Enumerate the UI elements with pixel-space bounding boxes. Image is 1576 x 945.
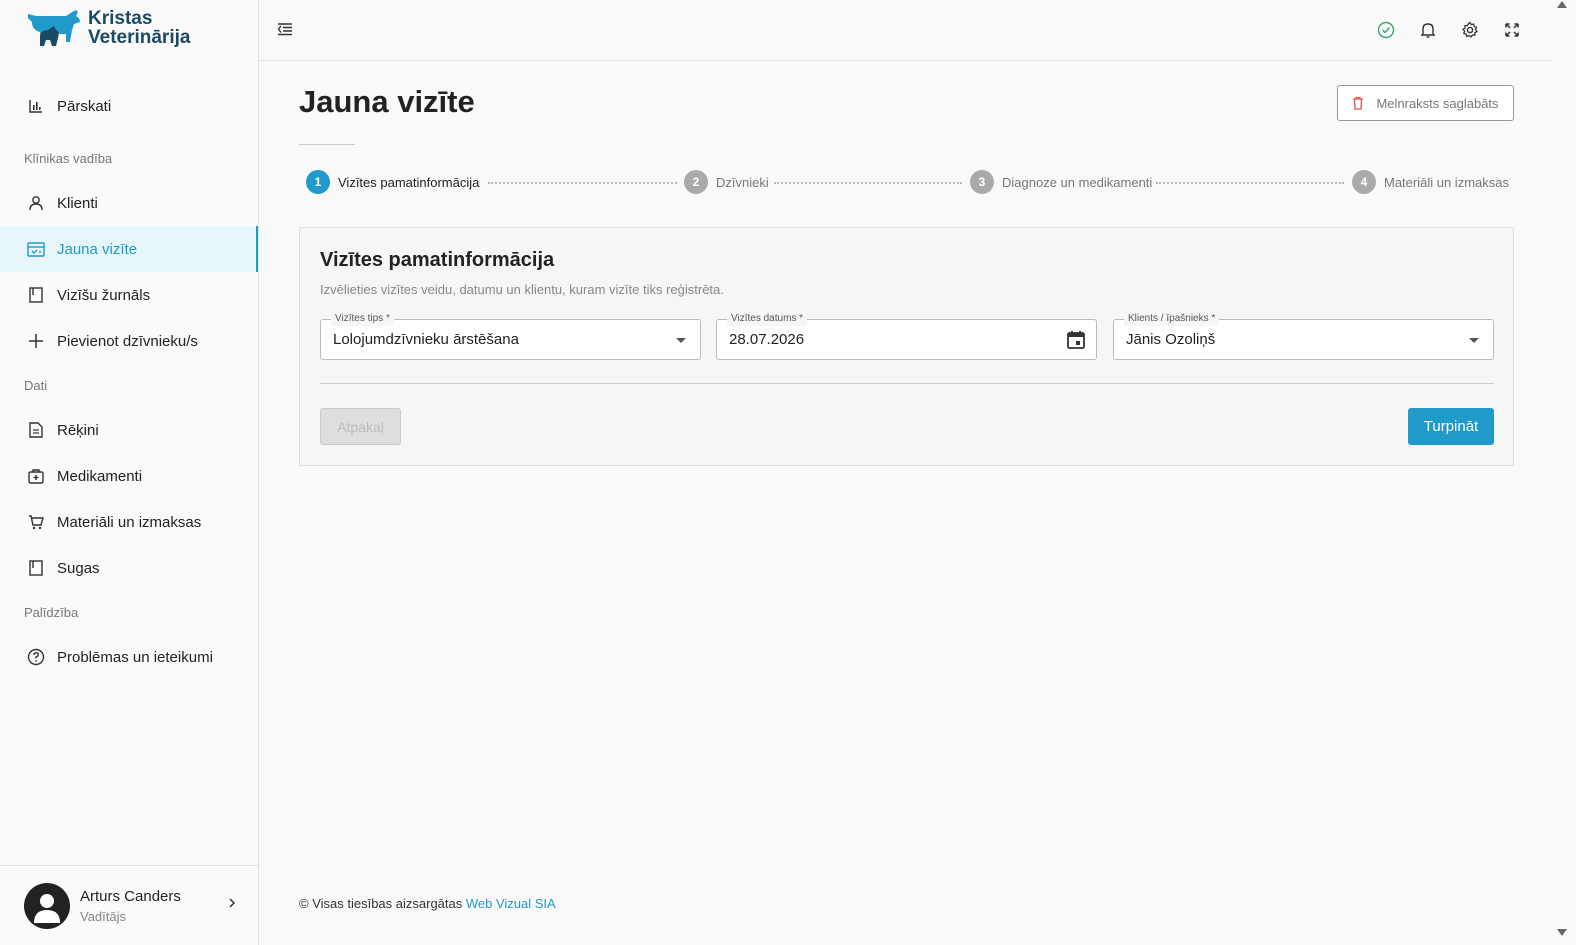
sidebar-item-sugas[interactable]: Sugas bbox=[0, 545, 258, 591]
field-value: 28.07.2026 bbox=[729, 331, 805, 348]
caret-down-icon bbox=[1469, 338, 1479, 343]
sidebar-item-label: Vizīšu žurnāls bbox=[57, 286, 151, 304]
avatar bbox=[24, 882, 70, 929]
visit-date-field[interactable]: Vizītes datums * 28.07.2026 bbox=[716, 312, 1097, 360]
step-number: 1 bbox=[306, 170, 330, 194]
company-link[interactable]: Web Vizual SIA bbox=[466, 896, 556, 911]
step-label: Vizītes pamatinformācija bbox=[338, 174, 480, 190]
client-select[interactable]: Klients / īpašnieks * Jānis Ozoliņš bbox=[1113, 312, 1494, 360]
scroll-down-icon[interactable] bbox=[1557, 929, 1567, 936]
sidebar-item-medikamenti[interactable]: Medikamenti bbox=[0, 453, 258, 499]
scrollbar[interactable] bbox=[1553, 0, 1576, 945]
sidebar-item-klienti[interactable]: Klienti bbox=[0, 180, 258, 226]
sidebar-item-pievienot-dzivnieku[interactable]: Pievienot dzīvnieku/s bbox=[0, 318, 258, 364]
footer: © Visas tiesības aizsargātas Web Vizual … bbox=[299, 896, 556, 911]
sidebar-item-materiali[interactable]: Materiāli un izmaksas bbox=[0, 499, 258, 545]
draft-saved-button[interactable]: Melnraksts saglabāts bbox=[1337, 85, 1514, 121]
back-button[interactable]: Atpakaļ bbox=[320, 408, 401, 445]
sidebar-item-label: Klienti bbox=[57, 194, 98, 212]
chevron-right-icon bbox=[228, 896, 236, 914]
step-2[interactable]: 2 Dzīvnieki bbox=[684, 170, 769, 194]
cart-icon bbox=[27, 513, 45, 531]
sidebar-item-label: Medikamenti bbox=[57, 467, 143, 485]
sidebar-item-label: Sugas bbox=[57, 559, 100, 577]
step-4[interactable]: 4 Materiāli un izmaksas bbox=[1352, 170, 1509, 194]
user-icon bbox=[27, 194, 45, 212]
step-number: 3 bbox=[970, 170, 994, 194]
sidebar-item-problemas[interactable]: Problēmas un ieteikumi bbox=[0, 634, 258, 680]
step-number: 2 bbox=[684, 170, 708, 194]
calendar-icon[interactable] bbox=[1065, 329, 1087, 351]
trash-icon bbox=[1352, 96, 1366, 110]
field-value: Jānis Ozoliņš bbox=[1126, 331, 1216, 348]
user-name: Arturs Canders bbox=[80, 887, 181, 905]
sidebar-item-label: Jauna vizīte bbox=[57, 240, 138, 258]
section-title-data: Dati bbox=[24, 378, 48, 393]
page-title: Jauna vizīte bbox=[299, 84, 475, 119]
calendar-check-icon bbox=[27, 240, 45, 258]
field-label: Vizītes datums * bbox=[727, 312, 808, 326]
sidebar-item-label: Pārskati bbox=[57, 97, 112, 115]
visit-info-card: Vizītes pamatinformācija Izvēlieties viz… bbox=[299, 227, 1514, 466]
section-title-clinic: Klīnikas vadība bbox=[24, 151, 113, 166]
fullscreen-icon[interactable] bbox=[1501, 19, 1523, 41]
topbar bbox=[259, 0, 1553, 61]
field-value: Lolojumdzīvnieku ārstēšana bbox=[333, 331, 519, 348]
brand-line2: Veterinārija bbox=[88, 27, 191, 48]
sidebar-item-vizisu-zurnals[interactable]: Vizīšu žurnāls bbox=[0, 272, 258, 318]
sidebar-item-label: Materiāli un izmaksas bbox=[57, 513, 202, 531]
animals-logo-icon bbox=[28, 10, 80, 46]
step-connector bbox=[774, 182, 962, 184]
card-divider bbox=[320, 383, 1494, 384]
step-connector bbox=[488, 182, 677, 184]
card-subtitle: Izvēlieties vizītes veidu, datumu un kli… bbox=[320, 282, 724, 297]
copyright-text: © Visas tiesības aizsargātas bbox=[299, 896, 463, 911]
user-role: Vadītājs bbox=[80, 908, 127, 924]
book-icon bbox=[27, 559, 45, 577]
step-connector bbox=[1156, 182, 1344, 184]
sidebar-item-label: Rēķini bbox=[57, 421, 99, 439]
card-title: Vizītes pamatinformācija bbox=[320, 249, 555, 271]
plus-icon bbox=[27, 332, 45, 350]
user-profile[interactable]: Arturs Canders Vadītājs bbox=[0, 865, 258, 945]
step-label: Dzīvnieki bbox=[716, 174, 769, 190]
sidebar-item-jauna-vizite[interactable]: Jauna vizīte bbox=[0, 226, 258, 272]
sidebar-item-rekini[interactable]: Rēķini bbox=[0, 407, 258, 453]
field-label: Vizītes tips * bbox=[331, 312, 394, 326]
sidebar-item-label: Pievienot dzīvnieku/s bbox=[57, 332, 198, 350]
draft-saved-label: Melnraksts saglabāts bbox=[1376, 95, 1499, 111]
gear-icon[interactable] bbox=[1459, 19, 1481, 41]
step-1[interactable]: 1 Vizītes pamatinformācija bbox=[306, 170, 479, 194]
menu-collapse-icon[interactable] bbox=[276, 20, 296, 40]
sidebar-item-parskati[interactable]: Pārskati bbox=[0, 83, 258, 129]
bell-icon[interactable] bbox=[1417, 19, 1439, 41]
caret-down-icon bbox=[676, 338, 686, 343]
visit-type-select[interactable]: Vizītes tips * Lolojumdzīvnieku ārstēšan… bbox=[320, 312, 701, 360]
field-label: Klients / īpašnieks * bbox=[1124, 312, 1220, 326]
continue-button[interactable]: Turpināt bbox=[1408, 408, 1494, 445]
invoice-icon bbox=[27, 421, 45, 439]
check-circle-icon[interactable] bbox=[1375, 19, 1397, 41]
help-circle-icon bbox=[27, 648, 45, 666]
book-icon bbox=[27, 286, 45, 304]
section-title-help: Palīdzība bbox=[24, 605, 79, 620]
bar-chart-icon bbox=[27, 97, 45, 115]
brand-line1: Kristas bbox=[88, 8, 153, 29]
step-label: Diagnoze un medikamenti bbox=[1002, 174, 1153, 190]
title-divider bbox=[299, 144, 355, 145]
sidebar-item-label: Problēmas un ieteikumi bbox=[57, 648, 213, 666]
step-number: 4 bbox=[1352, 170, 1376, 194]
sidebar: Kristas Veterinārija Pārskati Klīnikas v… bbox=[0, 0, 259, 945]
step-3[interactable]: 3 Diagnoze un medikamenti bbox=[970, 170, 1152, 194]
brand-logo[interactable]: Kristas Veterinārija bbox=[26, 8, 190, 48]
medical-kit-icon bbox=[27, 467, 45, 485]
step-label: Materiāli un izmaksas bbox=[1384, 174, 1509, 190]
scroll-up-icon[interactable] bbox=[1557, 1, 1567, 8]
